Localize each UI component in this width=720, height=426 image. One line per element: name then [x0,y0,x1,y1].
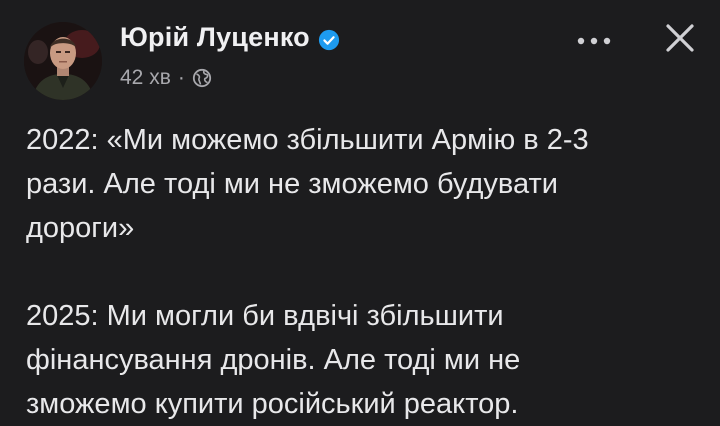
more-horizontal-icon [577,37,611,45]
post-line: дороги» [26,212,135,244]
post-line: зможемо купити російський реактор. [26,388,519,420]
author-name[interactable]: Юрій Луценко [120,22,340,53]
post-paragraph: 2025: Ми могли би вдвічі збільшити фінан… [26,294,696,426]
post-line: 2022: «Ми можемо збільшити Армію в 2-3 [26,124,589,156]
meta-separator: · [177,66,185,89]
close-icon [666,24,694,52]
verified-badge-icon [318,27,340,50]
post-card: Юрій Луценко 42 хв · 2022: «Ми можемо зб… [0,0,720,424]
globe-icon[interactable] [192,68,212,88]
post-meta: 42 хв · [120,66,212,90]
post-body: 2022: «Ми можемо збільшити Армію в 2-3 р… [26,118,696,426]
close-button[interactable] [656,14,704,62]
avatar-image [24,22,102,100]
more-options-button[interactable] [566,26,622,56]
post-line: фінансування дронів. Але тоді ми не [26,344,521,376]
post-line: 2025: Ми могли би вдвічі збільшити [26,300,504,332]
post-line: рази. Але тоді ми не зможемо будувати [26,168,558,200]
author-name-text[interactable]: Юрій Луценко [120,22,310,53]
post-paragraph: 2022: «Ми можемо збільшити Армію в 2-3 р… [26,118,696,250]
post-timestamp[interactable]: 42 хв [120,66,171,90]
avatar[interactable] [24,22,102,100]
